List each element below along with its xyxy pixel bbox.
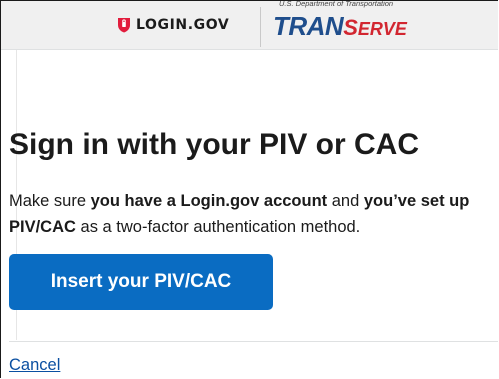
transerve-logo: U.S. Department of Transportation TRANSE… [271,1,421,47]
logo-divider [260,7,261,47]
desc-part-1: Make sure [9,192,91,210]
transerve-brand-serve-rest: ERVE [357,19,407,39]
shield-icon [118,18,130,33]
cancel-link[interactable]: Cancel [9,356,60,375]
transerve-brand-serve: SERVE [343,15,407,40]
section-divider [9,341,498,342]
transerve-dept-text: U.S. Department of Transportation [279,0,394,8]
page-title: Sign in with your PIV or CAC [9,128,420,161]
login-gov-logo: LOGIN.GOV [117,15,229,35]
transerve-brand-tran: TRAN [273,11,344,41]
insert-piv-cac-button[interactable]: Insert your PIV/CAC [9,254,273,310]
instruction-text: Make sure you have a Login.gov account a… [9,188,498,240]
transerve-brand: TRANSERVE [273,11,407,42]
transerve-brand-serve-cap: S [343,15,358,40]
site-header: LOGIN.GOV U.S. Department of Transportat… [1,1,498,50]
desc-part-2: and [327,192,364,210]
login-gov-logo-text: LOGIN.GOV [136,17,230,33]
desc-bold-1: you have a Login.gov account [90,192,328,210]
desc-part-3: as a two-factor authentication method. [75,218,361,236]
page-frame: LOGIN.GOV U.S. Department of Transportat… [0,0,498,378]
